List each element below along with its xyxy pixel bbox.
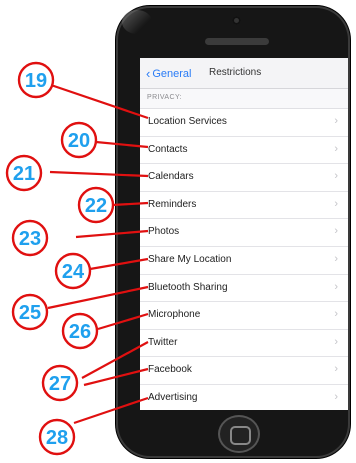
callout-number: 24 (62, 261, 85, 283)
callout-number: 27 (49, 373, 71, 395)
callout-line (73, 396, 149, 425)
callout-number: 21 (13, 163, 35, 185)
callout-number: 23 (19, 228, 41, 250)
callout-line (89, 257, 149, 271)
callout-number: 25 (19, 302, 41, 324)
callout-number: 28 (46, 427, 68, 449)
callout-line (97, 312, 149, 331)
callout-line (49, 170, 149, 178)
callout-line (47, 285, 149, 310)
callout-number: 26 (69, 321, 91, 343)
callout-number: 19 (25, 70, 47, 92)
callout-line (47, 82, 149, 120)
callout-line (111, 201, 149, 207)
callout-number: 20 (68, 130, 90, 152)
callout-line (75, 229, 149, 239)
callout-annotations: 19 20 21 22 23 24 25 26 27 28 (5, 61, 149, 456)
callout-number: 22 (85, 195, 107, 217)
callout-line (95, 140, 149, 149)
